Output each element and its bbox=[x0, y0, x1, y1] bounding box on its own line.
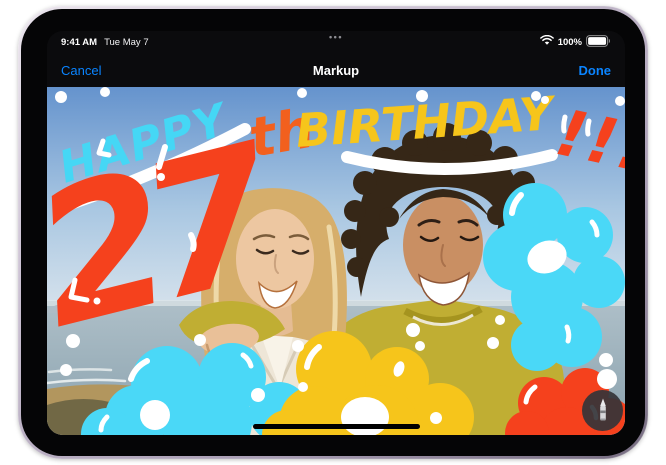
photo-scene: HAPPY 27 th BIRTHDAY !!! bbox=[47, 87, 625, 435]
status-time: 9:41 AM bbox=[61, 37, 97, 48]
done-button[interactable]: Done bbox=[579, 61, 612, 80]
pen-tool-icon bbox=[595, 397, 611, 424]
status-bar: 9:41 AM Tue May 7 ••• 100% bbox=[47, 31, 625, 53]
cancel-button[interactable]: Cancel bbox=[61, 61, 101, 80]
screenshot-stage: 9:41 AM Tue May 7 ••• 100% bbox=[0, 0, 666, 465]
screen: 9:41 AM Tue May 7 ••• 100% bbox=[47, 31, 625, 435]
multitask-handle[interactable]: ••• bbox=[329, 32, 343, 42]
status-date: Tue May 7 bbox=[104, 37, 149, 48]
battery-percent: 100% bbox=[558, 37, 582, 48]
page-title: Markup bbox=[313, 63, 359, 78]
ipad-bezel: 9:41 AM Tue May 7 ••• 100% bbox=[21, 9, 645, 456]
markup-toolbar: Cancel Markup Done bbox=[47, 53, 625, 87]
home-indicator[interactable] bbox=[253, 424, 420, 429]
battery-icon bbox=[586, 35, 611, 50]
wifi-icon bbox=[540, 35, 554, 49]
pen-tool-button[interactable] bbox=[582, 390, 623, 431]
photo-canvas[interactable]: HAPPY 27 th BIRTHDAY !!! bbox=[47, 87, 625, 435]
ipad-device-frame: 9:41 AM Tue May 7 ••• 100% bbox=[18, 6, 648, 459]
